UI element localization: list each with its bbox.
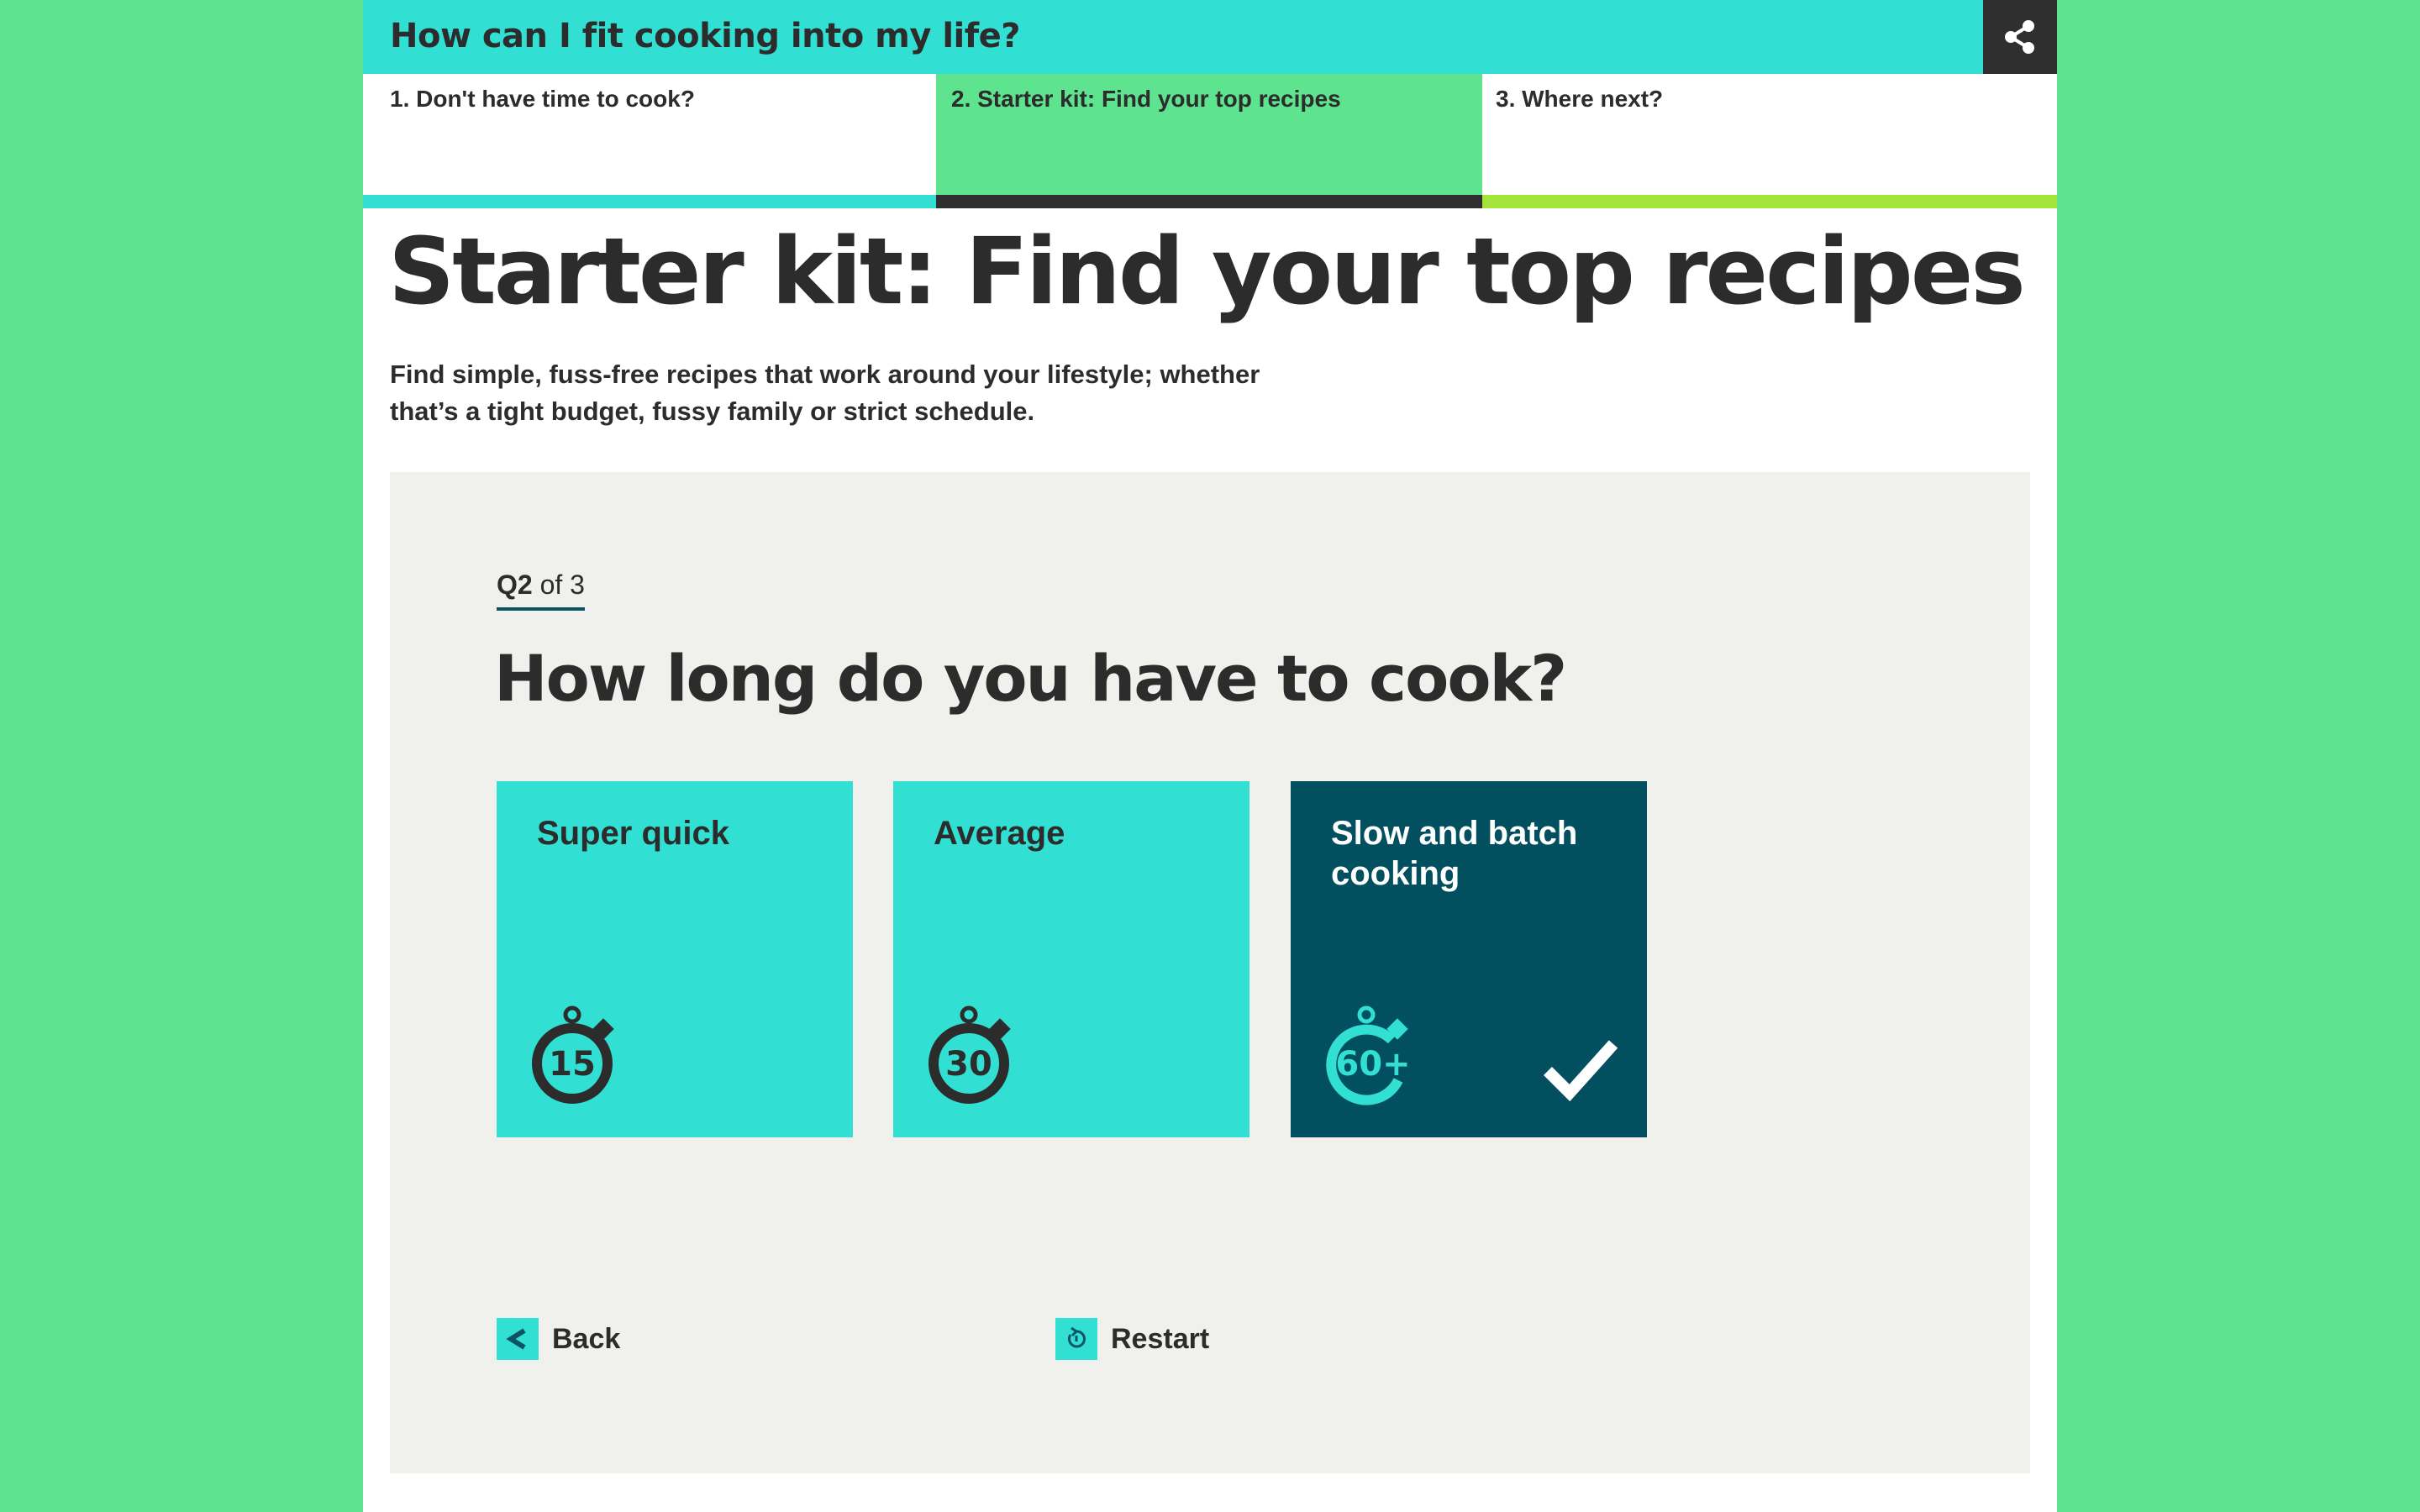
- back-button[interactable]: Back: [497, 1317, 620, 1361]
- stopwatch-30-icon: 30: [929, 1005, 1011, 1104]
- step-tab-1[interactable]: 1. Don't have time to cook?: [363, 74, 936, 208]
- answer-option-label: Super quick: [537, 815, 729, 852]
- restart-button-label: Restart: [1111, 1322, 1210, 1355]
- page-title: Starter kit: Find your top recipes: [388, 218, 2026, 325]
- step-tab-label: 3. Where next?: [1496, 86, 1664, 112]
- back-arrow-icon: [497, 1318, 539, 1360]
- step-tab-3[interactable]: 3. Where next?: [1482, 74, 2057, 208]
- answer-option-label: Slow and batch cooking: [1331, 815, 1578, 892]
- quiz-panel: Q2 of 3 How long do you have to cook? Su…: [390, 472, 2030, 1473]
- question-title: How long do you have to cook?: [494, 641, 1567, 716]
- answer-option-label: Average: [934, 815, 1065, 852]
- checkmark-icon: [1544, 1040, 1618, 1101]
- stopwatch-60-plus-icon: 60+: [1326, 1005, 1411, 1105]
- step-progress-bar: [1482, 195, 2057, 208]
- step-tab-2[interactable]: 2. Starter kit: Find your top recipes: [936, 74, 1482, 208]
- share-button[interactable]: [1983, 0, 2057, 74]
- intro-text: Find simple, fuss-free recipes that work…: [390, 360, 1260, 426]
- svg-text:15: 15: [549, 1045, 596, 1084]
- stopwatch-15-icon: 15: [532, 1005, 614, 1104]
- header-bar: How can I fit cooking into my life?: [363, 0, 1983, 74]
- header-title: How can I fit cooking into my life?: [390, 17, 1020, 55]
- step-tab-label: 2. Starter kit: Find your top recipes: [951, 86, 1341, 112]
- restart-icon: [1055, 1318, 1097, 1360]
- svg-text:30: 30: [945, 1045, 992, 1084]
- step-tab-label: 1. Don't have time to cook?: [390, 86, 695, 112]
- question-counter: Q2 of 3: [497, 570, 585, 611]
- restart-button[interactable]: Restart: [1055, 1317, 1209, 1361]
- step-progress-bar: [936, 195, 1482, 208]
- back-button-label: Back: [552, 1322, 621, 1355]
- share-icon: [2005, 20, 2034, 54]
- page: How can I fit cooking into my life? 1. D…: [363, 0, 2057, 1512]
- svg-text:60+: 60+: [1335, 1045, 1410, 1084]
- question-counter-total: of 3: [539, 570, 585, 600]
- answer-option-average[interactable]: Average 30: [893, 781, 1249, 1137]
- answer-option-super-quick[interactable]: Super quick 15: [497, 781, 853, 1137]
- answer-option-slow-and-batch[interactable]: Slow and batch cooking 60+: [1291, 781, 1647, 1137]
- step-progress-bar: [363, 195, 936, 208]
- question-counter-current: Q2: [497, 570, 533, 600]
